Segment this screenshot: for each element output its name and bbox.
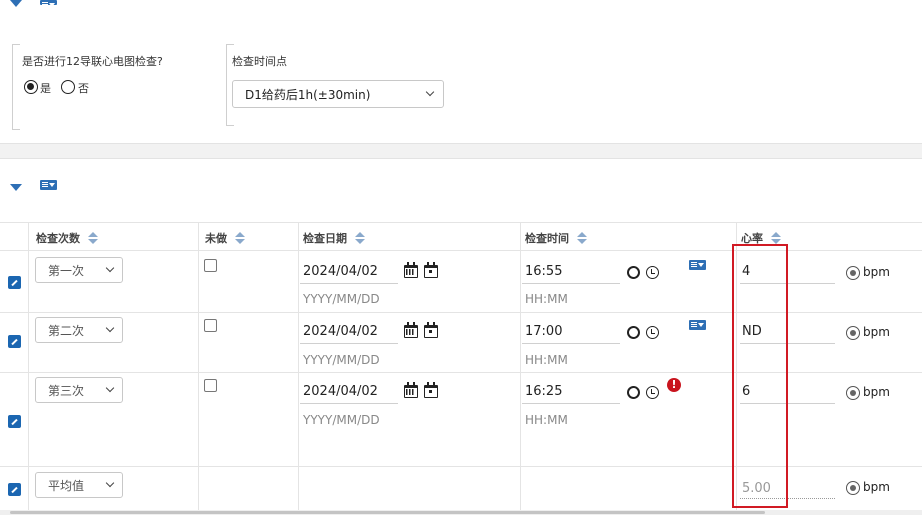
sort-icon[interactable] — [235, 232, 245, 244]
collapse-toggle-icon[interactable] — [10, 184, 22, 191]
edit-icon[interactable] — [8, 276, 21, 289]
calendar-icon[interactable] — [404, 322, 418, 338]
count-select-value: 第一次 — [48, 263, 85, 278]
count-select-value: 第三次 — [48, 383, 85, 398]
heart-rate-highlight-box — [732, 244, 788, 508]
time-input[interactable]: 17:00 — [525, 324, 562, 339]
col-header-count[interactable]: 检查次数 — [36, 230, 98, 246]
date-input[interactable]: 2024/04/02 — [303, 324, 378, 339]
not-done-checkbox[interactable] — [204, 379, 217, 392]
chevron-down-icon — [105, 323, 115, 333]
list-view-icon[interactable] — [40, 180, 57, 190]
col-header-not-done-label: 未做 — [205, 232, 227, 245]
time-underline — [522, 343, 620, 344]
clock-icon[interactable] — [646, 326, 659, 339]
chevron-down-icon — [105, 263, 115, 273]
today-calendar-icon[interactable] — [424, 382, 438, 398]
sort-icon[interactable] — [577, 232, 587, 244]
list-menu-icon[interactable] — [689, 260, 706, 270]
list-view-icon[interactable] — [40, 0, 57, 7]
section-divider — [0, 143, 922, 159]
sort-icon[interactable] — [771, 232, 781, 244]
date-format-hint: YYYY/MM/DD — [303, 292, 380, 306]
edit-icon[interactable] — [8, 483, 21, 496]
timepoint-label: 检查时间点 — [232, 55, 287, 68]
collapse-toggle-icon[interactable] — [10, 0, 22, 7]
col-header-not-done[interactable]: 未做 — [205, 230, 245, 246]
unit-radio[interactable] — [846, 266, 860, 280]
timepoint-select[interactable]: D1给药后1h(±30min) — [232, 80, 444, 108]
ecg-question-label: 是否进行12导联心电图检查? — [22, 55, 163, 68]
col-header-date[interactable]: 检查日期 — [303, 230, 365, 246]
question-group — [12, 44, 20, 130]
date-underline — [300, 283, 398, 284]
time-underline — [522, 283, 620, 284]
scrollbar-thumb[interactable] — [10, 511, 765, 514]
chevron-down-icon — [425, 87, 435, 97]
col-header-count-label: 检查次数 — [36, 232, 80, 245]
clear-circle-icon[interactable] — [627, 266, 640, 279]
date-underline — [300, 343, 398, 344]
radio-no-label: 否 — [78, 82, 89, 95]
time-input[interactable]: 16:55 — [525, 264, 562, 279]
count-select[interactable]: 第二次 — [35, 317, 123, 343]
today-calendar-icon[interactable] — [424, 322, 438, 338]
unit-label: bpm — [863, 480, 890, 494]
time-underline — [522, 403, 620, 404]
date-format-hint: YYYY/MM/DD — [303, 353, 380, 367]
date-input[interactable]: 2024/04/02 — [303, 384, 378, 399]
not-done-checkbox[interactable] — [204, 259, 217, 272]
date-format-hint: YYYY/MM/DD — [303, 413, 380, 427]
unit-label: bpm — [863, 325, 890, 339]
sort-icon[interactable] — [88, 232, 98, 244]
chevron-down-icon — [105, 478, 115, 488]
calendar-icon[interactable] — [404, 382, 418, 398]
edit-icon[interactable] — [8, 335, 21, 348]
radio-yes[interactable] — [24, 80, 38, 94]
count-select[interactable]: 第三次 — [35, 377, 123, 403]
edit-icon[interactable] — [8, 415, 21, 428]
date-underline — [300, 403, 398, 404]
chevron-down-icon — [105, 383, 115, 393]
average-select[interactable]: 平均值 — [35, 472, 123, 498]
timepoint-select-value: D1给药后1h(±30min) — [245, 87, 371, 102]
not-done-checkbox[interactable] — [204, 319, 217, 332]
time-format-hint: HH:MM — [525, 413, 568, 427]
time-input[interactable]: 16:25 — [525, 384, 562, 399]
warning-icon[interactable]: ! — [667, 378, 681, 392]
clear-circle-icon[interactable] — [627, 326, 640, 339]
sort-icon[interactable] — [355, 232, 365, 244]
col-header-time[interactable]: 检查时间 — [525, 230, 587, 246]
clock-icon[interactable] — [646, 266, 659, 279]
horizontal-scrollbar[interactable] — [0, 510, 922, 515]
radio-yes-label: 是 — [40, 82, 51, 95]
table-top-border — [0, 222, 922, 223]
radio-no[interactable] — [61, 80, 75, 94]
unit-radio[interactable] — [846, 386, 860, 400]
time-format-hint: HH:MM — [525, 353, 568, 367]
unit-radio[interactable] — [846, 481, 860, 495]
today-calendar-icon[interactable] — [424, 262, 438, 278]
date-input[interactable]: 2024/04/02 — [303, 264, 378, 279]
unit-label: bpm — [863, 385, 890, 399]
calendar-icon[interactable] — [404, 262, 418, 278]
count-select[interactable]: 第一次 — [35, 257, 123, 283]
col-header-date-label: 检查日期 — [303, 232, 347, 245]
average-select-value: 平均值 — [48, 478, 85, 493]
time-format-hint: HH:MM — [525, 292, 568, 306]
count-select-value: 第二次 — [48, 323, 85, 338]
list-menu-icon[interactable] — [689, 320, 706, 330]
unit-label: bpm — [863, 265, 890, 279]
unit-radio[interactable] — [846, 326, 860, 340]
clock-icon[interactable] — [646, 386, 659, 399]
col-header-time-label: 检查时间 — [525, 232, 569, 245]
clear-circle-icon[interactable] — [627, 386, 640, 399]
